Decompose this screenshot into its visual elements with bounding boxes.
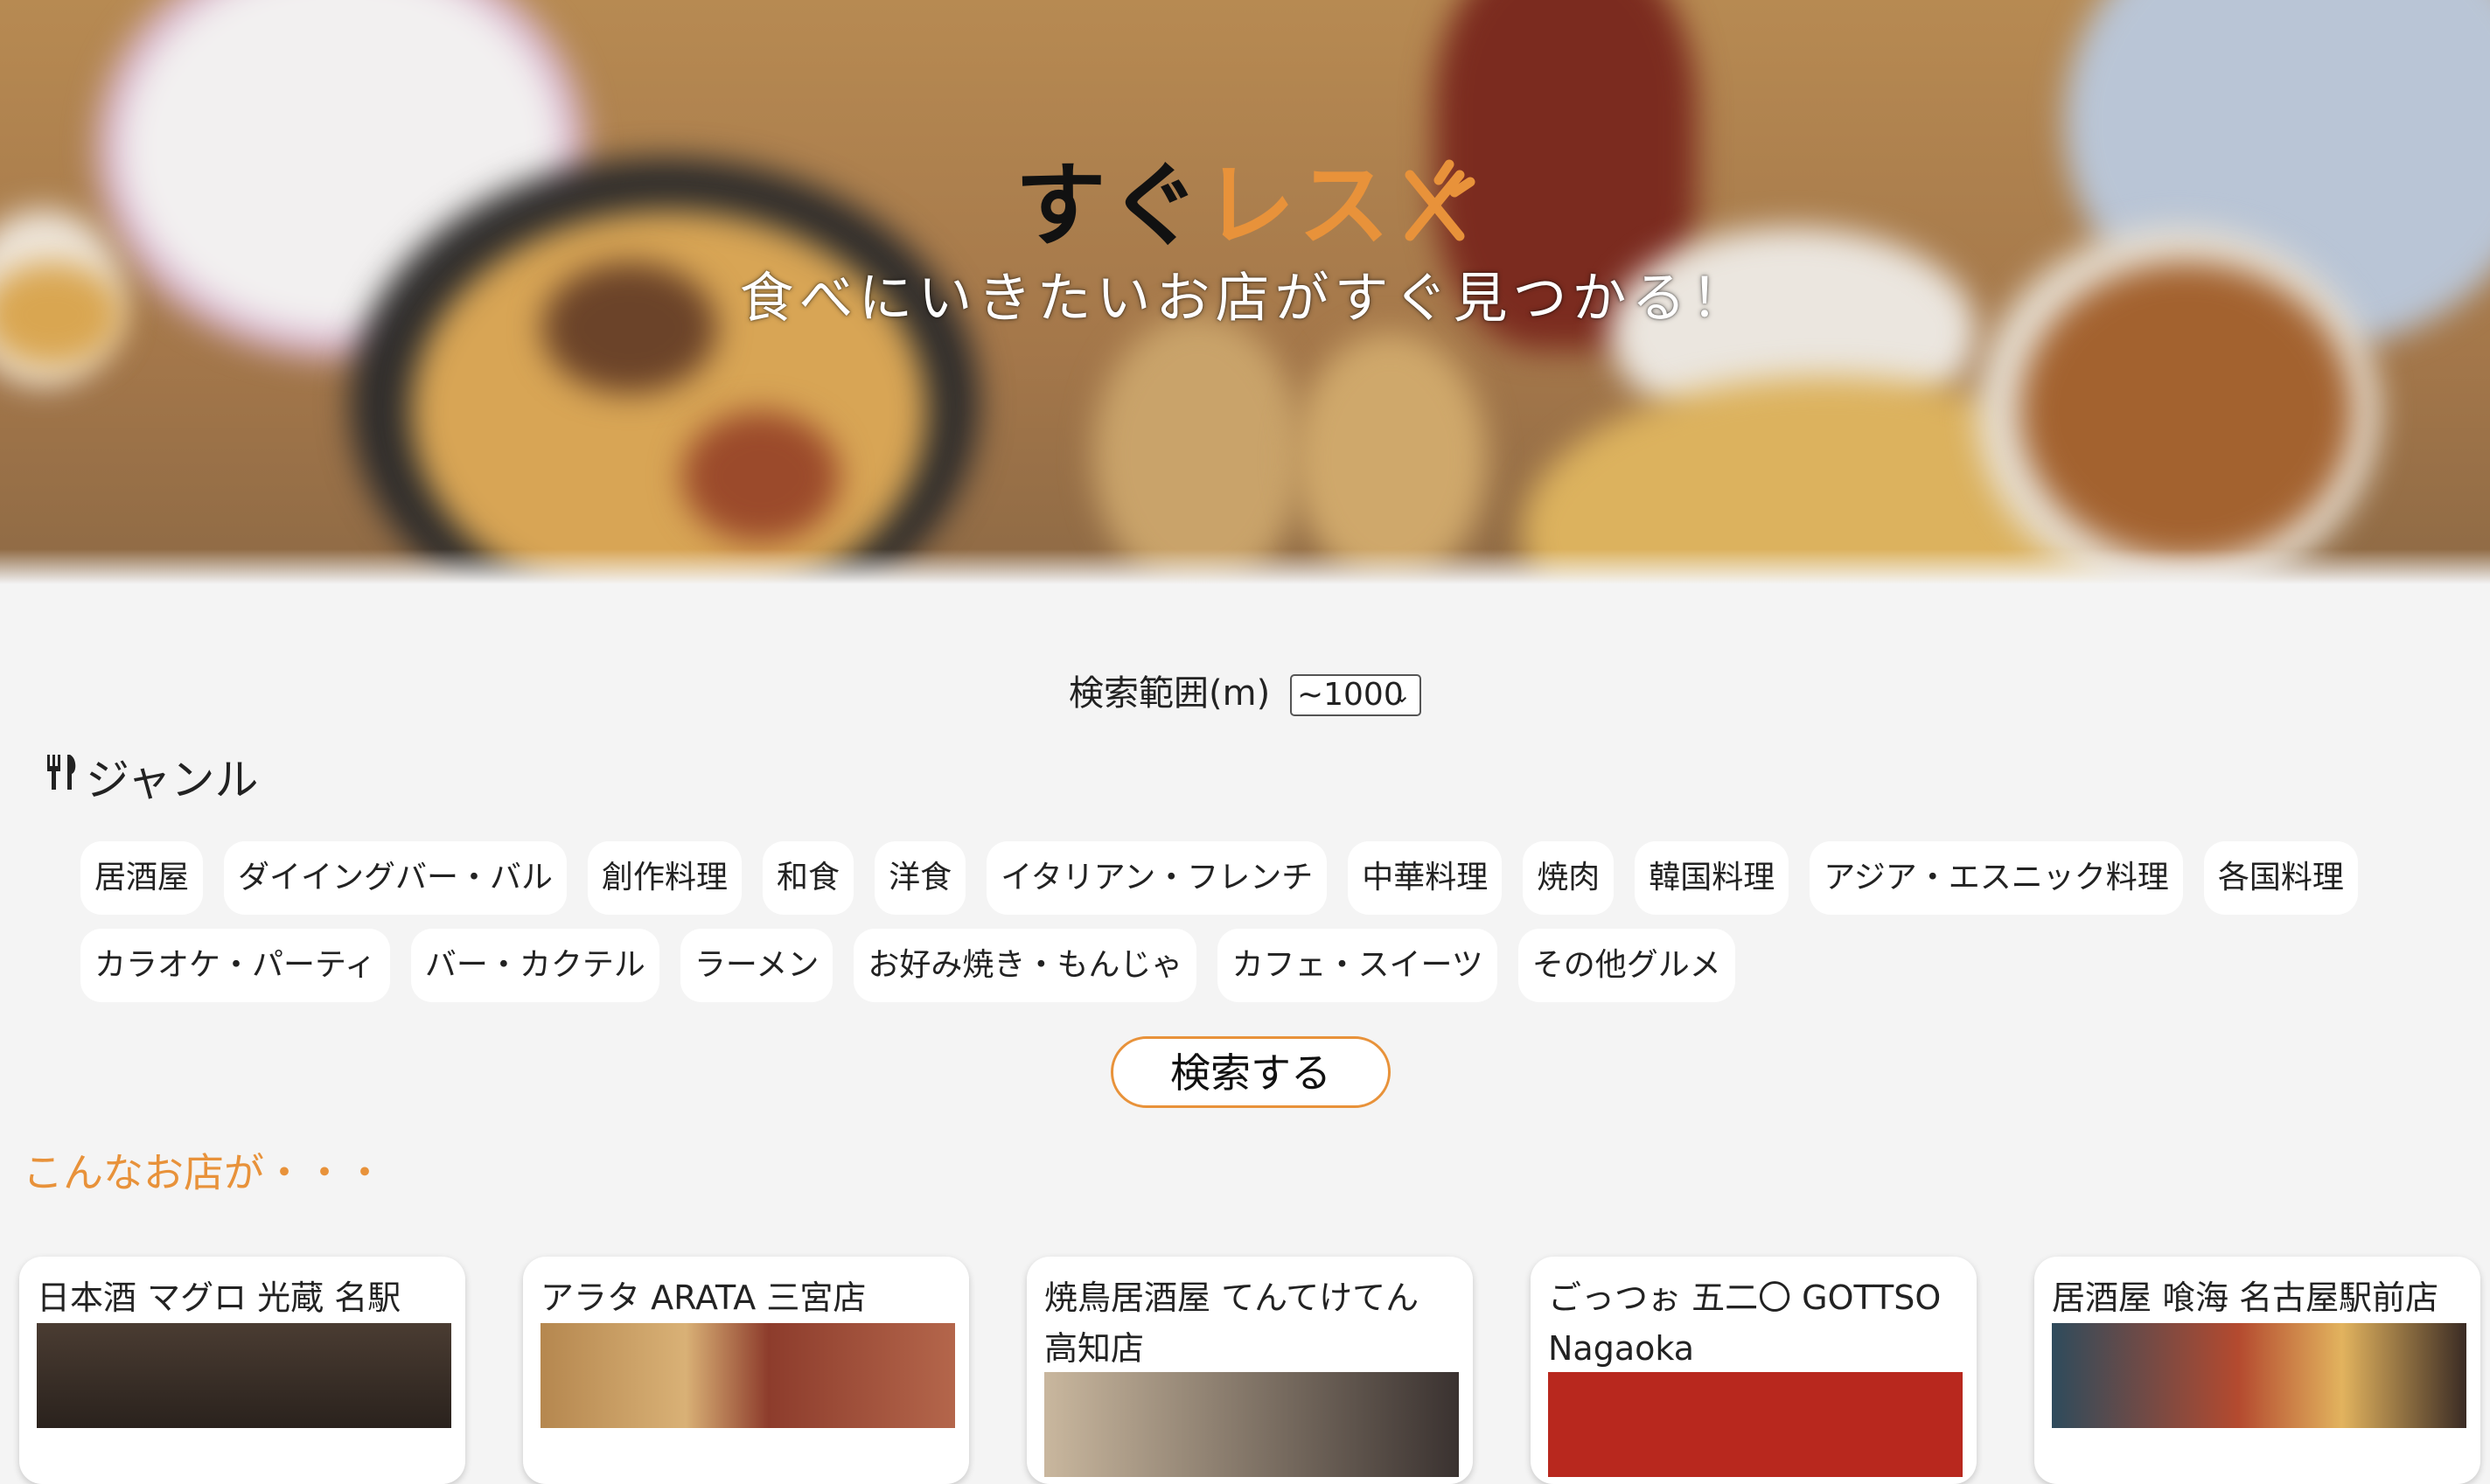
restaurant-name: アラタ ARATA 三宮店	[541, 1278, 867, 1317]
genre-chip[interactable]: 居酒屋	[80, 841, 204, 915]
pizza-topping	[682, 411, 840, 542]
hero-fade	[0, 549, 2490, 584]
fork-knife-icon	[1397, 157, 1475, 267]
logo-text-orange: レス	[1203, 152, 1393, 259]
restaurant-card[interactable]: ごっつぉ 五二〇 GOTTSO Nagaoka	[1531, 1257, 1977, 1484]
search-range-select[interactable]: ~1000 ⌄	[1289, 674, 1421, 716]
chevron-down-icon: ⌄	[1392, 683, 1411, 707]
search-range-row: 検索範囲(m) ~1000 ⌄	[0, 665, 2490, 716]
restaurant-card[interactable]: 焼鳥居酒屋 てんてけてん 高知店	[1027, 1257, 1473, 1484]
genre-chip-list: 居酒屋 ダイイングバー・バル 創作料理 和食 洋食 イタリアン・フレンチ 中華料…	[80, 841, 2442, 1002]
genre-title: ジャンル	[86, 755, 259, 805]
restaurant-photo	[37, 1323, 451, 1428]
genre-heading: ジャンル	[45, 745, 259, 808]
restaurant-card[interactable]: 日本酒 マグロ 光蔵 名駅	[19, 1257, 465, 1484]
restaurant-photo	[541, 1323, 955, 1428]
genre-chip[interactable]: 各国料理	[2203, 841, 2358, 915]
restaurant-photo	[2052, 1323, 2466, 1428]
site-logo[interactable]: すぐレス	[0, 131, 2490, 267]
genre-chip[interactable]: ダイイングバー・バル	[224, 841, 568, 915]
genre-chip[interactable]: カフェ・スイーツ	[1217, 929, 1497, 1002]
genre-chip[interactable]: お好み焼き・もんじゃ	[854, 929, 1197, 1002]
restaurant-card[interactable]: アラタ ARATA 三宮店	[523, 1257, 969, 1484]
glass-image	[1294, 332, 1487, 584]
genre-chip[interactable]: カラオケ・パーティ	[80, 929, 390, 1002]
restaurant-card-list: 日本酒 マグロ 光蔵 名駅 アラタ ARATA 三宮店 焼鳥居酒屋 てんてけてん…	[19, 1257, 2486, 1484]
glass-image	[1093, 315, 1303, 584]
genre-chip[interactable]: イタリアン・フレンチ	[987, 841, 1328, 915]
search-range-label: 検索範囲(m)	[1069, 673, 1271, 714]
restaurant-name: ごっつぉ 五二〇 GOTTSO Nagaoka	[1548, 1278, 1942, 1368]
restaurant-name: 居酒屋 喰海 名古屋駅前店	[2052, 1278, 2439, 1317]
genre-chip[interactable]: アジア・エスニック料理	[1810, 841, 2183, 915]
restaurant-name: 日本酒 マグロ 光蔵 名駅	[37, 1278, 401, 1317]
results-heading: こんなお店が・・・	[23, 1149, 385, 1196]
restaurant-photo	[1548, 1372, 1963, 1477]
genre-chip[interactable]: バー・カクテル	[410, 929, 659, 1002]
tagline: 食べにいきたいお店がすぐ見つかる！	[739, 266, 1751, 330]
genre-chip[interactable]: その他グルメ	[1517, 929, 1735, 1002]
genre-chip[interactable]: 中華料理	[1348, 841, 1503, 915]
hero-banner: すぐレス 食べにいきたいお店がすぐ見つかる！	[0, 0, 2490, 584]
search-range-value: ~1000	[1296, 677, 1404, 713]
restaurant-card[interactable]: 居酒屋 喰海 名古屋駅前店	[2034, 1257, 2480, 1484]
cutlery-icon	[45, 751, 80, 802]
restaurant-name: 焼鳥居酒屋 てんてけてん 高知店	[1044, 1278, 1419, 1368]
genre-chip[interactable]: 洋食	[875, 841, 966, 915]
search-button[interactable]: 検索する	[1111, 1036, 1391, 1108]
genre-chip[interactable]: ラーメン	[680, 929, 833, 1002]
genre-chip[interactable]: 和食	[763, 841, 854, 915]
genre-chip[interactable]: 韓国料理	[1635, 841, 1789, 915]
logo-text-black: すぐ	[1015, 152, 1204, 259]
restaurant-photo	[1044, 1372, 1459, 1477]
genre-chip[interactable]: 焼肉	[1523, 841, 1615, 915]
genre-chip[interactable]: 創作料理	[588, 841, 743, 915]
